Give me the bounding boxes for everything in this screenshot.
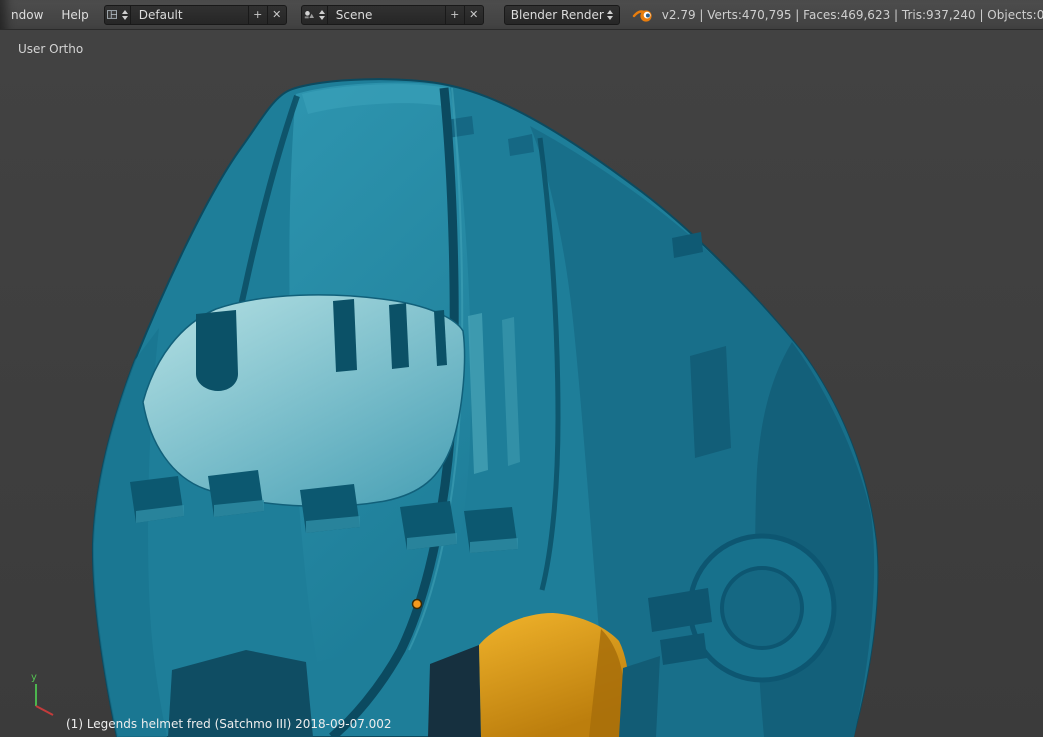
screen-layout-browse-button[interactable] bbox=[103, 4, 131, 25]
render-engine-label: Blender Render bbox=[510, 7, 604, 22]
helmet-model[interactable] bbox=[91, 78, 879, 737]
scene-browse-button[interactable] bbox=[300, 4, 328, 25]
scene-icon bbox=[304, 11, 314, 19]
screen-layout-group: Default + ✕ bbox=[103, 4, 287, 25]
add-layout-button[interactable]: + bbox=[248, 4, 268, 25]
plus-icon: + bbox=[253, 8, 263, 21]
chevron-updown-icon bbox=[606, 9, 613, 20]
object-origin-dot bbox=[411, 598, 423, 610]
view-mode-label: User Ortho bbox=[18, 42, 84, 56]
close-icon: ✕ bbox=[272, 8, 282, 21]
scene-field[interactable]: Scene bbox=[327, 4, 446, 25]
blender-logo-icon bbox=[632, 7, 654, 23]
delete-layout-button[interactable]: ✕ bbox=[267, 4, 287, 25]
plus-icon: + bbox=[450, 8, 460, 21]
viewport-3d[interactable]: User Ortho y (1) Legends helmet fred (Sa… bbox=[0, 30, 1043, 737]
screen-layout-field[interactable]: Default bbox=[130, 4, 249, 25]
add-scene-button[interactable]: + bbox=[445, 4, 465, 25]
render-engine-select[interactable]: Blender Render bbox=[503, 4, 620, 25]
browse-arrows-icon bbox=[318, 9, 325, 20]
viewport-canvas: y bbox=[31, 78, 879, 737]
menu-window[interactable]: ndow bbox=[2, 8, 52, 22]
screen-layout-icon bbox=[106, 10, 117, 19]
menu-help[interactable]: Help bbox=[52, 8, 97, 22]
axis-y-label: y bbox=[31, 672, 37, 683]
object-info-label: (1) Legends helmet fred (Satchmo III) 20… bbox=[66, 717, 392, 731]
close-icon: ✕ bbox=[469, 8, 479, 21]
scene-group: Scene + ✕ bbox=[300, 4, 484, 25]
stats-text: v2.79 | Verts:470,795 | Faces:469,623 | … bbox=[661, 7, 1043, 22]
browse-arrows-icon bbox=[121, 9, 128, 20]
delete-scene-button[interactable]: ✕ bbox=[464, 4, 484, 25]
axis-gizmo: y bbox=[31, 672, 54, 716]
info-header: ndow Help Default + ✕ Scene + ✕ Blender … bbox=[0, 0, 1043, 30]
